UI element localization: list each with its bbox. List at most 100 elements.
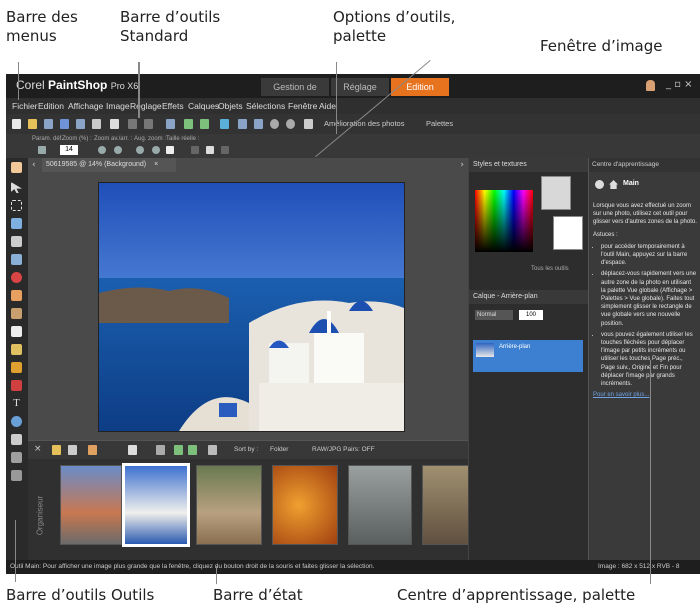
fill-tool-icon[interactable] [11, 362, 22, 373]
back-icon[interactable] [595, 180, 604, 189]
tab-edit[interactable]: Edition [391, 78, 449, 96]
tab-manage[interactable]: Gestion de photos [261, 78, 329, 110]
thumbnail-6[interactable] [422, 465, 470, 545]
menu-window[interactable]: Fenêtre [288, 101, 317, 111]
fit-window-button[interactable] [191, 146, 199, 154]
zoom-in-button[interactable] [98, 146, 106, 154]
tip-item: vous pouvez également utiliser les touch… [601, 331, 697, 388]
pan-tool-icon[interactable] [11, 162, 22, 173]
menu-edit[interactable]: Edition [38, 101, 64, 111]
tip-item: déplacez-vous rapidement vers une autre … [601, 270, 697, 327]
pick-tool-icon[interactable] [11, 182, 22, 193]
actual-size-label: Taille réelle : [166, 136, 200, 142]
menu-objects[interactable]: Objets [218, 101, 243, 111]
thumbnail-4[interactable] [272, 465, 338, 545]
organizer-edit-icon[interactable] [88, 445, 97, 455]
layout-icon[interactable] [238, 119, 247, 129]
thumbnail-5[interactable] [348, 465, 412, 545]
text-tool-icon[interactable]: T [11, 398, 22, 409]
collapse-right-icon[interactable]: › [460, 160, 464, 170]
menu-layers[interactable]: Calques [188, 101, 219, 111]
thumbnail-3[interactable] [196, 465, 262, 545]
home-icon[interactable] [609, 180, 618, 189]
organizer-print-icon[interactable] [208, 445, 217, 455]
menu-selections[interactable]: Sélections [246, 101, 285, 111]
zoom-out-button[interactable] [114, 146, 122, 154]
pen-tool-icon[interactable] [11, 434, 22, 445]
sort-dropdown[interactable]: Folder [270, 446, 288, 453]
straighten-tool-icon[interactable] [11, 254, 22, 265]
crop-icon[interactable] [166, 119, 175, 129]
paint-brush-tool-icon[interactable] [11, 344, 22, 355]
zoom-more-out-button[interactable] [152, 146, 160, 154]
makeover-tool-icon[interactable] [11, 290, 22, 301]
user-icon[interactable] [646, 80, 655, 91]
organizer-tag-icon[interactable] [68, 445, 77, 455]
collapse-left-icon[interactable]: ‹ [32, 160, 36, 170]
fit-icon[interactable] [254, 119, 263, 129]
zoom-value-field[interactable]: 14 [60, 145, 78, 155]
preset-dropdown[interactable] [38, 146, 46, 154]
menu-effects[interactable]: Effets [162, 101, 184, 111]
fit-all-button[interactable] [221, 146, 229, 154]
layer-row-background[interactable]: Arrière-plan [473, 340, 583, 372]
close-organizer-icon[interactable]: × [34, 444, 42, 454]
zoom-more-in-button[interactable] [136, 146, 144, 154]
palettes-menu[interactable]: Palettes [426, 119, 453, 128]
redo-icon[interactable] [144, 119, 153, 129]
undo-icon[interactable] [128, 119, 137, 129]
all-tools-label[interactable]: Tous les outils [531, 266, 569, 272]
red-eye-tool-icon[interactable] [11, 272, 22, 283]
organizer-folder-icon[interactable] [52, 445, 61, 455]
organizer-share-icon[interactable] [156, 445, 165, 455]
crop-tool-icon[interactable] [11, 236, 22, 247]
organizer-view-icon[interactable] [128, 445, 137, 455]
open-icon[interactable] [28, 119, 37, 129]
dropper-tool-icon[interactable] [11, 218, 22, 229]
clone-tool-icon[interactable] [11, 308, 22, 319]
opacity-field[interactable]: 100 [519, 310, 543, 320]
blend-mode-dropdown[interactable]: Normal [475, 310, 513, 320]
background-swatch[interactable] [553, 216, 583, 250]
selection-tool-icon[interactable] [11, 200, 22, 211]
organizer-rotate2-icon[interactable] [188, 445, 197, 455]
zoom-in-icon[interactable] [270, 119, 279, 129]
thumbnail-1[interactable] [60, 465, 122, 545]
menu-help[interactable]: Aide [319, 101, 336, 111]
fit-image-button[interactable] [206, 146, 214, 154]
one-step-fix-icon[interactable] [220, 119, 229, 129]
callout-learning-center: Centre d’apprentissage, palette [397, 586, 636, 604]
rotate-right-icon[interactable] [200, 119, 209, 129]
color-changer-tool-icon[interactable] [11, 380, 22, 391]
share-icon[interactable] [92, 119, 101, 129]
save-as-icon[interactable] [76, 119, 85, 129]
thumbnail-2-selected[interactable] [122, 463, 190, 547]
new-icon[interactable] [12, 119, 21, 129]
menu-file[interactable]: Fichier [12, 101, 38, 111]
menu-image[interactable]: Image [106, 101, 130, 111]
warp-tool-icon[interactable] [11, 452, 22, 463]
browse-icon[interactable] [44, 119, 53, 129]
print-icon[interactable] [110, 119, 119, 129]
mesh-tool-icon[interactable] [11, 470, 22, 481]
palettes-column: Styles et textures Tous les outils Calqu… [468, 158, 589, 560]
tab-adjust[interactable]: Réglage [331, 78, 389, 96]
eraser-tool-icon[interactable] [11, 326, 22, 337]
zoom-out-icon[interactable] [286, 119, 295, 129]
menu-adjust[interactable]: Réglage [130, 101, 162, 111]
actual-size-button[interactable] [166, 146, 174, 154]
enhance-icon[interactable] [304, 119, 313, 129]
raw-jpg-pairs-dropdown[interactable]: RAW/JPG Pairs: OFF [312, 446, 375, 453]
color-wheel[interactable] [475, 190, 533, 252]
santorini-photo[interactable] [98, 182, 405, 432]
shape-tool-icon[interactable] [11, 416, 22, 427]
organizer-rotate-icon[interactable] [174, 445, 183, 455]
save-icon[interactable] [60, 119, 69, 129]
window-controls[interactable]: _ ▫ × [666, 79, 693, 90]
document-tab[interactable]: 50619585 @ 14% (Background) × [42, 158, 176, 172]
menu-view[interactable]: Affichage [68, 101, 103, 111]
learn-more-link[interactable]: Pour en savoir plus... [593, 392, 649, 398]
foreground-swatch[interactable] [541, 176, 571, 210]
document-close-icon[interactable]: × [154, 161, 158, 168]
rotate-left-icon[interactable] [184, 119, 193, 129]
